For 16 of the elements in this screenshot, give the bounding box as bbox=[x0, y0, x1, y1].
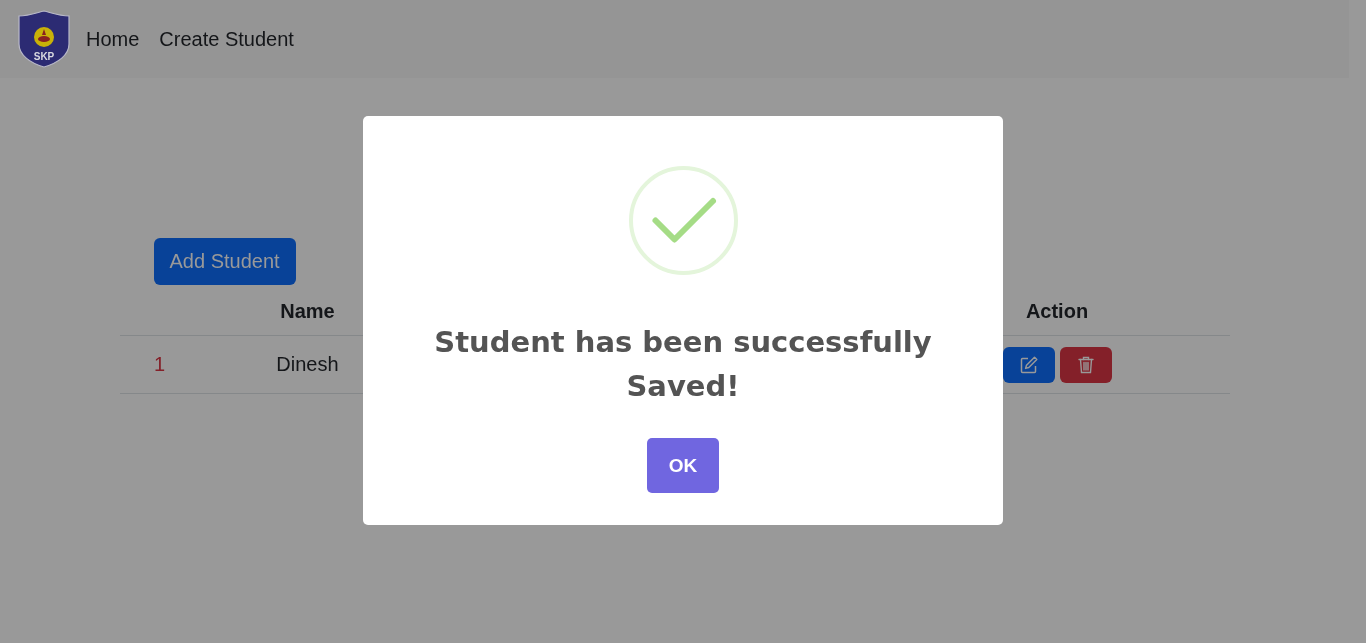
dialog-title: Student has been successfully Saved! bbox=[433, 324, 933, 405]
delete-button[interactable] bbox=[1059, 346, 1112, 383]
pencil-square-icon bbox=[1018, 354, 1039, 375]
nav-link[interactable]: Home bbox=[86, 27, 140, 51]
column-header: Name bbox=[280, 300, 335, 323]
nav-link[interactable]: Create Student bbox=[159, 27, 294, 51]
crest-text: SKP bbox=[33, 51, 55, 62]
edit-button[interactable] bbox=[1002, 346, 1055, 383]
table-cell: Dinesh bbox=[276, 353, 339, 376]
column-header: Action bbox=[1025, 300, 1089, 323]
shield-crest-icon bbox=[18, 10, 70, 68]
ok-button[interactable]: OK bbox=[647, 438, 719, 493]
check-circle-icon bbox=[628, 166, 738, 275]
add-student-button[interactable]: Add Student bbox=[153, 238, 296, 285]
row-number: 1 bbox=[153, 353, 166, 376]
trash-icon bbox=[1075, 354, 1096, 375]
